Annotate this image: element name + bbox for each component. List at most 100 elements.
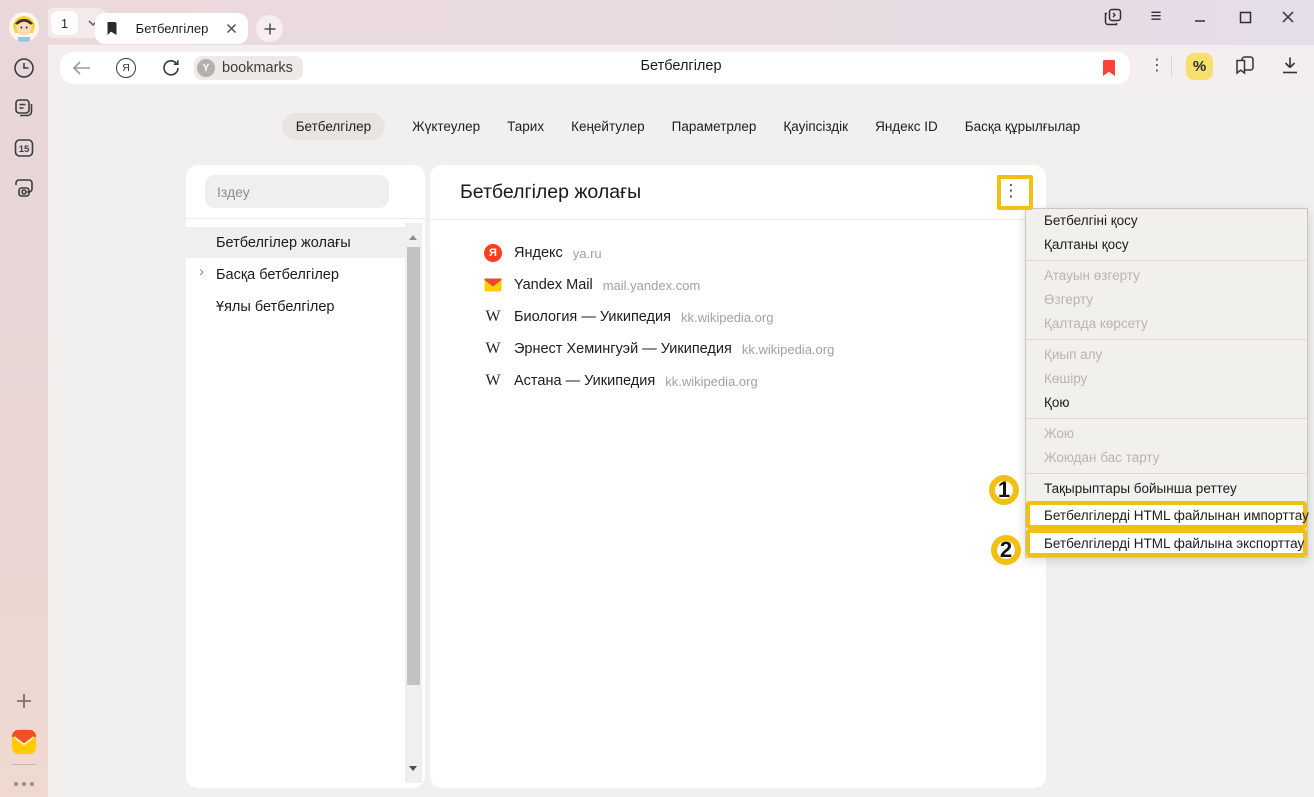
url-text: bookmarks [222, 60, 293, 76]
bookmark-flag-icon[interactable] [1102, 59, 1116, 77]
close-tab-icon[interactable] [225, 22, 238, 35]
step-number: 2 [1000, 537, 1012, 563]
yandex-mail-app-icon[interactable] [11, 727, 37, 757]
yandex-search-icon[interactable]: Я [116, 58, 136, 78]
nav-tab-extensions[interactable]: Кеңейтулер [571, 119, 645, 134]
refresh-icon[interactable] [162, 59, 180, 77]
scroll-up-icon[interactable] [409, 235, 417, 240]
menu-item-show-in-folder: Қалтада көрсету [1026, 312, 1307, 336]
scrollbar-thumb[interactable] [407, 247, 420, 685]
scroll-down-icon[interactable] [409, 766, 417, 771]
history-icon[interactable] [11, 55, 37, 81]
browser-sidebar: 15 [0, 0, 48, 797]
new-tab-button[interactable] [256, 15, 283, 42]
site-chip[interactable]: Y bookmarks [194, 56, 303, 80]
collections-icon[interactable] [1232, 52, 1258, 78]
back-icon[interactable] [72, 60, 92, 76]
address-bar[interactable]: Я Y bookmarks [60, 52, 1130, 84]
sidebar-item-bookmarks-bar[interactable]: Бетбелгілер жолағы [186, 227, 405, 258]
bookmark-url: kk.wikipedia.org [742, 342, 835, 357]
nav-tab-history[interactable]: Тарих [507, 119, 544, 134]
calendar-icon[interactable]: 15 [11, 135, 37, 161]
sidebar-item-label: Басқа бетбелгілер [216, 267, 339, 283]
scrollbar[interactable] [405, 223, 422, 783]
menu-item-sort-by-topics[interactable]: Тақырыптары бойынша реттеу [1026, 477, 1307, 501]
menu-divider [1026, 473, 1307, 474]
bookmark-row[interactable]: W Биология — Уикипедия kk.wikipedia.org [430, 301, 1046, 333]
sidebar-item-label: Бетбелгілер жолағы [216, 235, 351, 251]
panel-divider [186, 218, 425, 219]
panel-divider [430, 219, 1046, 220]
menu-item-delete: Жою [1026, 422, 1307, 446]
toolbar-kebab-icon[interactable]: ⋮ [1144, 52, 1170, 78]
site-favicon: Y [197, 59, 215, 77]
wikipedia-favicon: W [485, 308, 500, 326]
bookmark-url: mail.yandex.com [603, 278, 701, 293]
menu-divider [1026, 418, 1307, 419]
nav-tab-other-devices[interactable]: Басқа құрылғылар [965, 119, 1081, 134]
menu-item-add-folder[interactable]: Қалтаны қосу [1026, 233, 1307, 257]
sidebar-item-label: Ұялы бетбелгілер [216, 299, 334, 315]
rail-divider [12, 764, 36, 765]
menu-item-import-html[interactable]: Бетбелгілерді HTML файлынан импорттау [1026, 501, 1307, 529]
plus-icon [263, 22, 277, 36]
download-icon[interactable] [1277, 52, 1303, 78]
menu-item-export-html[interactable]: Бетбелгілерді HTML файлына экспорттау [1026, 529, 1307, 557]
percent-glyph: % [1193, 58, 1206, 75]
annotation-step-2: 2 [991, 535, 1021, 565]
tab-count: 1 [51, 11, 78, 35]
user-avatar[interactable] [9, 12, 39, 42]
chevron-right-icon[interactable]: › [199, 263, 204, 280]
menu-item-undo-delete: Жоюдан бас тарту [1026, 446, 1307, 470]
bookmark-url: ya.ru [573, 246, 602, 261]
bookmark-name: Биология — Уикипедия [514, 309, 671, 325]
bookmark-name: Астана — Уикипедия [514, 373, 655, 389]
menu-item-rename: Атауын өзгерту [1026, 264, 1307, 288]
kebab-glyph: ⋮ [1149, 55, 1165, 75]
sidebar-item-mobile-bookmarks[interactable]: Ұялы бетбелгілер [186, 291, 405, 322]
wikipedia-favicon: W [485, 372, 500, 390]
bookmark-name: Яндекс [514, 245, 563, 261]
bookmark-name: Эрнест Хемингуэй — Уикипедия [514, 341, 732, 357]
nav-tab-bookmarks[interactable]: Бетбелгілер [282, 113, 385, 140]
menu-item-copy: Көшіру [1026, 367, 1307, 391]
sidebar-item-other-bookmarks[interactable]: › Басқа бетбелгілер [186, 259, 405, 290]
bookmark-list: Я Яндекс ya.ru Yandex Mail mail.yandex.c… [430, 237, 1046, 397]
menu-divider [1026, 339, 1307, 340]
nav-tab-settings[interactable]: Параметрлер [672, 119, 757, 134]
side-panels-icon[interactable] [1102, 6, 1124, 28]
mail-favicon [483, 275, 503, 295]
toolbar: Я Y bookmarks Бетбелгілер ⋮ % [48, 45, 1314, 88]
search-input[interactable] [205, 175, 389, 208]
window-maximize-button[interactable] [1234, 6, 1256, 28]
nav-tab-security[interactable]: Қауіпсіздік [783, 119, 848, 134]
active-tab[interactable]: Бетбелгілер [95, 13, 248, 44]
add-panel-icon[interactable] [11, 688, 37, 714]
tab-strip: 1 Бетбелгілер ≡ [48, 0, 1314, 45]
bookmark-row[interactable]: W Астана — Уикипедия kk.wikipedia.org [430, 365, 1046, 397]
nav-tab-yandex-id[interactable]: Яндекс ID [875, 119, 938, 134]
folders-panel: Бетбелгілер жолағы › Басқа бетбелгілер Ұ… [186, 165, 425, 788]
bookmark-row[interactable]: Yandex Mail mail.yandex.com [430, 269, 1046, 301]
bookmark-row[interactable]: W Эрнест Хемингуэй — Уикипедия kk.wikipe… [430, 333, 1046, 365]
more-options-icon[interactable] [11, 771, 37, 797]
browser-menu-icon[interactable]: ≡ [1145, 6, 1167, 28]
window-close-button[interactable] [1277, 6, 1299, 28]
percent-badge-icon[interactable]: % [1186, 53, 1213, 80]
bookmark-url: kk.wikipedia.org [681, 310, 774, 325]
toolbar-divider [1171, 56, 1172, 77]
step-number: 1 [998, 477, 1010, 503]
menu-item-add-bookmark[interactable]: Бетбелгіні қосу [1026, 209, 1307, 233]
window-minimize-button[interactable] [1189, 6, 1211, 28]
menu-item-paste[interactable]: Қою [1026, 391, 1307, 415]
panel-title: Бетбелгілер жолағы [460, 181, 641, 204]
tab-title: Бетбелгілер [119, 21, 225, 36]
bookmark-icon [105, 21, 119, 36]
annotation-kebab-highlight [997, 175, 1033, 210]
screenshot-icon[interactable] [11, 175, 37, 201]
bookmark-row[interactable]: Я Яндекс ya.ru [430, 237, 1046, 269]
bookmark-url: kk.wikipedia.org [665, 374, 758, 389]
feed-icon[interactable] [11, 95, 37, 121]
yandex-favicon: Я [484, 244, 502, 262]
nav-tab-downloads[interactable]: Жүктеулер [412, 119, 480, 134]
